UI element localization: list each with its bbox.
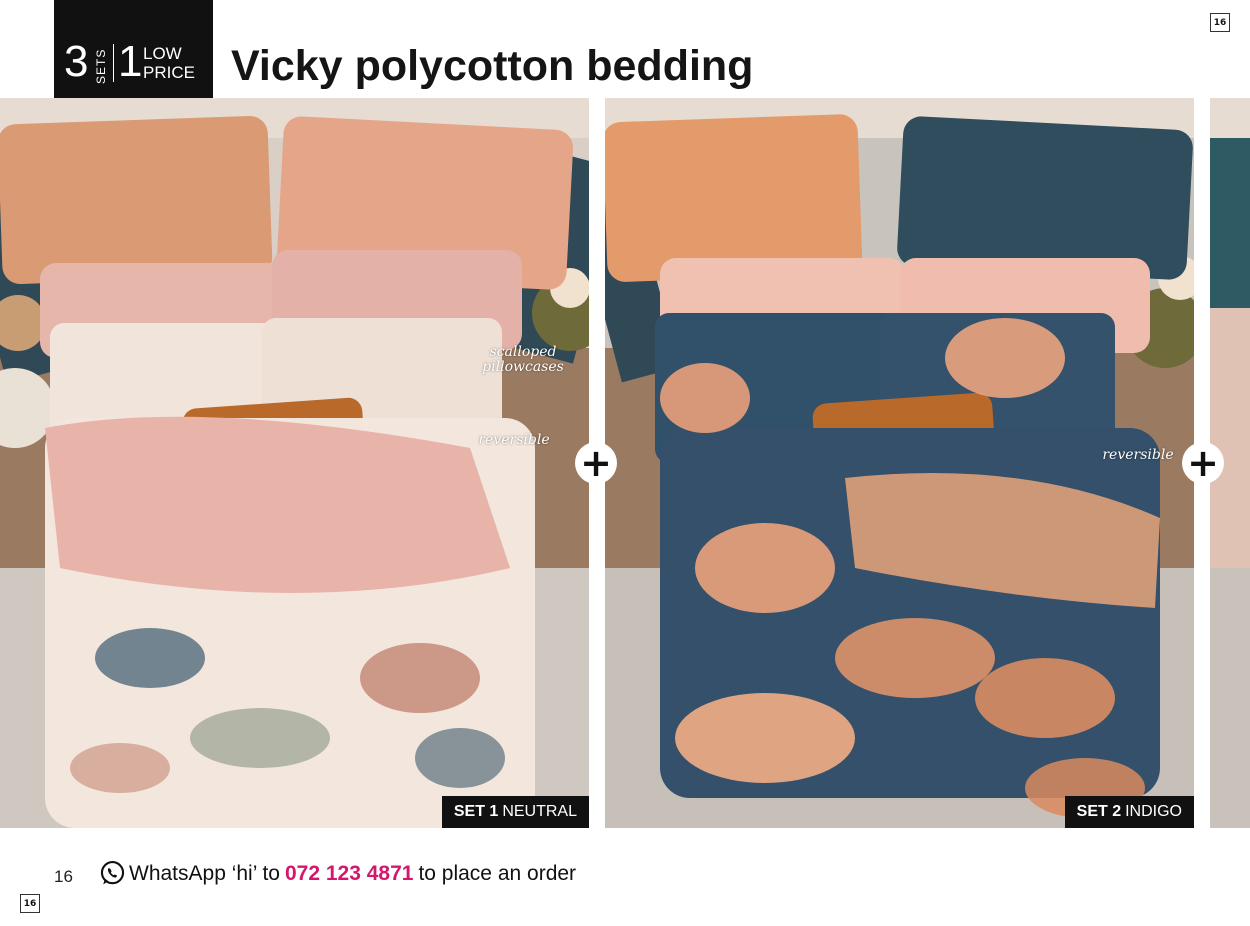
title-rest: polycotton bedding [354, 42, 754, 90]
set-2-bed-illustration [605, 98, 1194, 828]
badge-divider [113, 44, 114, 82]
set-1-photo[interactable]: scalloped pillowcases reversible SET 1 N… [0, 98, 589, 828]
plus-icon: + [1182, 442, 1224, 484]
set-2-number: SET 2 [1076, 803, 1122, 820]
footer-page-number: 16 [54, 867, 73, 886]
set-2-label: SET 2 INDIGO [1064, 796, 1194, 828]
set-2-name: INDIGO [1125, 803, 1182, 820]
set-2-photo[interactable]: reversible SET 2 INDIGO [605, 98, 1194, 828]
whatsapp-prefix: WhatsApp ‘hi’ to [129, 861, 280, 885]
set-1-number: SET 1 [453, 803, 499, 820]
badge-sets-word: SETS [94, 48, 108, 84]
note-scalloped-pillowcases: scalloped pillowcases [482, 344, 564, 375]
set-1-bed-illustration [0, 98, 589, 828]
badge-low-word: LOW [143, 44, 182, 63]
note-reversible-set-1: reversible [478, 432, 550, 448]
promo-badge: 3 SETS 1 LOW PRICE [54, 0, 213, 98]
whatsapp-order-line: WhatsApp ‘hi’ to 072 123 4871 to place a… [99, 860, 576, 887]
page-number-box-top: 16 [1210, 13, 1230, 32]
page-title: Vicky polycotton bedding [231, 40, 753, 92]
page-number-box-bottom: 16 [20, 894, 40, 913]
set-1-name: NEUTRAL [502, 803, 577, 820]
whatsapp-phone-number[interactable]: 072 123 4871 [285, 862, 413, 886]
plus-icon: + [575, 442, 617, 484]
badge-price-count: 1 [118, 37, 143, 86]
set-1-label: SET 1 NEUTRAL [441, 796, 589, 828]
title-brand: Vicky [231, 42, 343, 90]
badge-sets-count: 3 [64, 37, 89, 86]
note-reversible-set-2: reversible [1102, 447, 1174, 463]
badge-price-word: PRICE [143, 63, 195, 82]
whatsapp-icon [100, 861, 125, 885]
whatsapp-suffix: to place an order [418, 861, 577, 885]
